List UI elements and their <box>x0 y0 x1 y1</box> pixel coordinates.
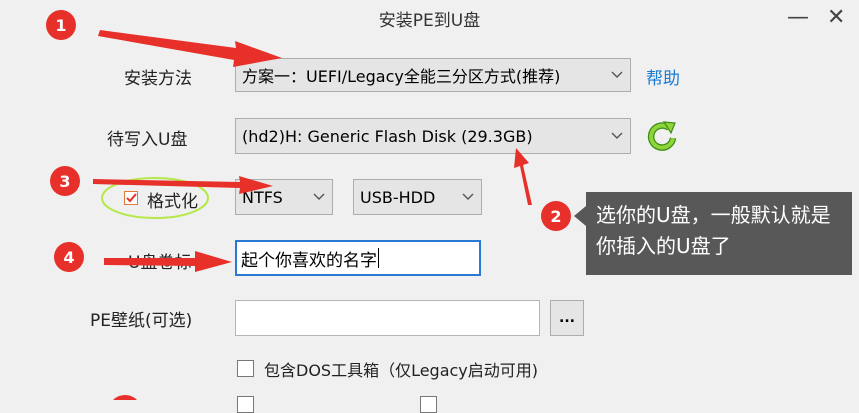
install-method-label: 安装方法 <box>124 69 192 89</box>
target-disk-value: (hd2)H: Generic Flash Disk (29.3GB) <box>242 126 533 146</box>
next-row-checkbox-2[interactable] <box>420 396 437 413</box>
chevron-down-icon <box>306 193 332 201</box>
wallpaper-path-input[interactable] <box>235 300 540 336</box>
install-method-value: 方案一：UEFI/Legacy全能三分区方式(推荐) <box>242 67 561 86</box>
chevron-down-icon <box>455 193 481 201</box>
volume-label-input[interactable]: 起个你喜欢的名字 <box>235 240 481 276</box>
close-button[interactable]: ✕ <box>827 4 845 32</box>
format-checkbox[interactable] <box>124 191 138 205</box>
dos-tools-checkbox[interactable] <box>237 360 254 377</box>
format-label: 格式化 <box>147 192 198 212</box>
browse-wallpaper-button[interactable]: ... <box>550 300 584 336</box>
volume-label-label: U盘卷标 <box>128 253 192 273</box>
target-disk-label: 待写入U盘 <box>107 130 188 150</box>
marker-4: 4 <box>54 242 84 272</box>
filesystem-value: NTFS <box>242 187 283 207</box>
refresh-icon[interactable] <box>645 119 679 153</box>
next-row-checkbox[interactable] <box>237 396 254 413</box>
annotation-tooltip: 选你的U盘，一般默认就是你插入的U盘了 <box>586 192 852 275</box>
volume-label-value: 起个你喜欢的名字 <box>241 250 377 271</box>
tooltip-tail <box>574 206 586 226</box>
window-title: 安装PE到U盘 <box>378 11 481 31</box>
filesystem-select[interactable]: NTFS <box>235 179 333 215</box>
chevron-down-icon <box>604 71 630 79</box>
text-caret <box>378 248 379 268</box>
dos-tools-label: 包含DOS工具箱（仅Legacy启动可用) <box>264 361 539 380</box>
target-disk-select[interactable]: (hd2)H: Generic Flash Disk (29.3GB) <box>235 118 631 154</box>
marker-5-partial <box>112 395 138 400</box>
checkmark-icon <box>125 193 137 203</box>
marker-2: 2 <box>541 201 571 231</box>
minimize-button[interactable]: — <box>787 4 809 32</box>
marker-1: 1 <box>46 10 76 40</box>
boot-mode-select[interactable]: USB-HDD <box>353 179 482 215</box>
boot-mode-value: USB-HDD <box>360 187 436 207</box>
install-method-select[interactable]: 方案一：UEFI/Legacy全能三分区方式(推荐) <box>235 58 631 92</box>
arrow-2 <box>514 148 532 205</box>
marker-3: 3 <box>50 166 80 196</box>
help-link[interactable]: 帮助 <box>646 64 680 89</box>
wallpaper-label: PE壁纸(可选) <box>90 311 193 331</box>
chevron-down-icon <box>604 132 630 140</box>
